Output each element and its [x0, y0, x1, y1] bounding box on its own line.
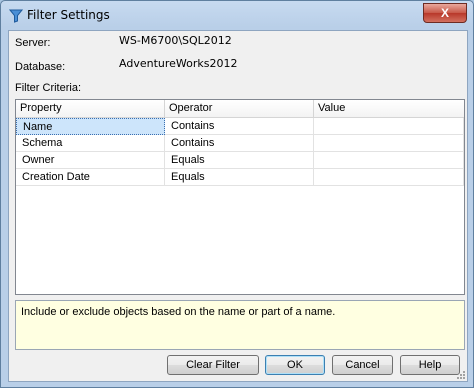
filter-criteria-label: Filter Criteria: — [15, 82, 82, 94]
operator-cell[interactable]: Equals — [165, 169, 314, 186]
property-cell[interactable]: Owner — [16, 152, 165, 169]
database-label: Database: — [15, 61, 66, 73]
cancel-label: Cancel — [345, 359, 380, 371]
close-button[interactable]: X — [423, 3, 467, 23]
operator-cell[interactable]: Contains — [165, 135, 314, 152]
database-value: AdventureWorks2012 — [119, 57, 238, 70]
operator-cell[interactable]: Equals — [165, 152, 314, 169]
dialog-body: Server: WS-M6700\SQL2012 Database: Adven… — [8, 30, 468, 382]
value-cell[interactable] — [314, 135, 464, 152]
help-label: Help — [418, 359, 442, 371]
property-cell[interactable]: Name — [16, 118, 165, 135]
filter-settings-window: Filter Settings X Server: WS-M6700\SQL20… — [0, 0, 474, 388]
property-cell[interactable]: Schema — [16, 135, 165, 152]
resize-grip-icon[interactable] — [456, 370, 466, 380]
help-button[interactable]: Help — [400, 355, 460, 375]
filter-criteria-grid[interactable]: Property Operator Value Name Contains Sc… — [15, 99, 465, 295]
description-panel: Include or exclude objects based on the … — [15, 300, 465, 350]
value-cell[interactable] — [314, 152, 464, 169]
ok-label: OK — [287, 359, 303, 371]
title-bar[interactable]: Filter Settings X — [1, 1, 473, 31]
value-cell[interactable] — [314, 118, 464, 135]
property-cell[interactable]: Creation Date — [16, 169, 165, 186]
cancel-button[interactable]: Cancel — [332, 355, 393, 375]
server-value: WS-M6700\SQL2012 — [119, 34, 232, 47]
clear-filter-label: Clear Filter — [186, 359, 240, 371]
table-row[interactable]: Name Contains — [16, 118, 464, 135]
ok-button[interactable]: OK — [265, 355, 325, 375]
operator-cell[interactable]: Contains — [165, 118, 314, 135]
table-row[interactable]: Creation Date Equals — [16, 169, 464, 186]
column-header-property[interactable]: Property — [16, 100, 165, 117]
close-icon: X — [440, 6, 449, 20]
clear-filter-button[interactable]: Clear Filter — [167, 355, 259, 375]
window-title: Filter Settings — [27, 8, 110, 22]
table-row[interactable]: Owner Equals — [16, 152, 464, 169]
server-label: Server: — [15, 37, 51, 49]
table-row[interactable]: Schema Contains — [16, 135, 464, 152]
grid-header: Property Operator Value — [16, 100, 464, 118]
value-cell[interactable] — [314, 169, 464, 186]
column-header-value[interactable]: Value — [314, 100, 464, 117]
description-text: Include or exclude objects based on the … — [21, 306, 336, 318]
filter-funnel-icon — [9, 9, 23, 23]
column-header-operator[interactable]: Operator — [165, 100, 314, 117]
